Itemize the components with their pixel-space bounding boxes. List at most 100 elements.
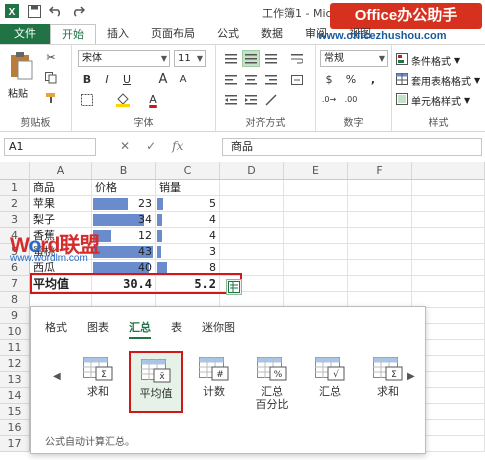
row-header-16[interactable]: 16 bbox=[0, 420, 30, 436]
qa-tab-sparklines[interactable]: 迷你图 bbox=[202, 319, 235, 339]
decrease-decimal-icon[interactable]: .00 bbox=[342, 91, 360, 108]
cell[interactable] bbox=[412, 228, 485, 244]
qa-tab-totals[interactable]: 汇总 bbox=[129, 319, 151, 339]
italic-button[interactable]: I bbox=[98, 71, 116, 88]
orientation-icon[interactable] bbox=[262, 91, 280, 108]
tab-page-layout[interactable]: 页面布局 bbox=[140, 24, 206, 44]
align-top-icon[interactable] bbox=[222, 50, 240, 67]
cell[interactable] bbox=[348, 260, 412, 276]
cell[interactable] bbox=[348, 180, 412, 196]
redo-icon[interactable] bbox=[70, 3, 86, 19]
table-format-button[interactable]: 套用表格格式 ▼ bbox=[396, 71, 480, 89]
conditional-format-button[interactable]: 条件格式 ▼ bbox=[396, 51, 460, 69]
paste-button[interactable]: 粘贴 bbox=[8, 51, 38, 100]
merge-cells-icon[interactable] bbox=[288, 71, 306, 88]
cell[interactable] bbox=[412, 276, 485, 292]
qa-item-4[interactable]: √ 汇总 bbox=[303, 351, 357, 413]
price-cell[interactable]: 43 bbox=[92, 244, 156, 260]
cell[interactable] bbox=[348, 244, 412, 260]
quick-analysis-button[interactable] bbox=[226, 279, 242, 295]
shrink-font-button[interactable]: A bbox=[174, 71, 192, 88]
cell[interactable] bbox=[284, 180, 348, 196]
number-format-select[interactable]: 常规 ▼ bbox=[320, 50, 388, 67]
font-name-select[interactable]: 宋体 ▼ bbox=[78, 50, 170, 67]
bold-button[interactable]: B bbox=[78, 71, 96, 88]
product-cell[interactable]: 苹果 bbox=[30, 196, 92, 212]
qa-item-0[interactable]: Σ 求和 bbox=[71, 351, 125, 413]
header-cell-price[interactable]: 价格 bbox=[92, 180, 156, 196]
insert-function-button[interactable]: fx bbox=[172, 139, 183, 153]
formula-input[interactable]: 商品 bbox=[222, 138, 482, 156]
cell[interactable] bbox=[284, 244, 348, 260]
format-painter-icon[interactable] bbox=[42, 89, 60, 106]
cell[interactable] bbox=[412, 180, 485, 196]
percent-button[interactable]: % bbox=[342, 71, 360, 88]
qa-tab-format[interactable]: 格式 bbox=[45, 319, 67, 339]
cell[interactable] bbox=[348, 228, 412, 244]
row-header-2[interactable]: 2 bbox=[0, 196, 30, 212]
qa-item-3[interactable]: % 汇总 百分比 bbox=[245, 351, 299, 413]
qa-tab-tables[interactable]: 表 bbox=[171, 319, 182, 339]
scroll-left-icon[interactable]: ◀ bbox=[53, 371, 61, 382]
qa-item-1[interactable]: x̄ 平均值 bbox=[129, 351, 183, 413]
align-center-icon[interactable] bbox=[242, 71, 260, 88]
row-header-8[interactable]: 8 bbox=[0, 292, 30, 308]
cell[interactable] bbox=[284, 196, 348, 212]
quantity-cell[interactable]: 4 bbox=[156, 212, 220, 228]
cell[interactable] bbox=[284, 212, 348, 228]
price-cell[interactable]: 12 bbox=[92, 228, 156, 244]
column-header-e[interactable]: E bbox=[284, 162, 348, 180]
qa-item-2[interactable]: # 计数 bbox=[187, 351, 241, 413]
row-header-3[interactable]: 3 bbox=[0, 212, 30, 228]
decrease-indent-icon[interactable] bbox=[222, 91, 240, 108]
row-header-1[interactable]: 1 bbox=[0, 180, 30, 196]
undo-icon[interactable] bbox=[48, 3, 64, 19]
cell[interactable] bbox=[412, 212, 485, 228]
align-right-icon[interactable] bbox=[262, 71, 280, 88]
tab-formulas[interactable]: 公式 bbox=[206, 24, 250, 44]
border-icon[interactable] bbox=[78, 91, 96, 108]
wrap-text-icon[interactable] bbox=[288, 50, 306, 67]
row-header-15[interactable]: 15 bbox=[0, 404, 30, 420]
cell[interactable] bbox=[284, 228, 348, 244]
confirm-icon[interactable]: ✓ bbox=[146, 139, 156, 153]
cancel-icon[interactable]: ✕ bbox=[120, 139, 130, 153]
grow-font-button[interactable]: A bbox=[154, 71, 172, 88]
tab-data[interactable]: 数据 bbox=[250, 24, 294, 44]
font-size-select[interactable]: 11 ▼ bbox=[174, 50, 206, 67]
align-left-icon[interactable] bbox=[222, 71, 240, 88]
header-cell-product[interactable]: 商品 bbox=[30, 180, 92, 196]
price-cell[interactable]: 34 bbox=[92, 212, 156, 228]
scroll-right-icon[interactable]: ▶ bbox=[407, 371, 415, 382]
comma-button[interactable]: , bbox=[364, 71, 382, 88]
increase-decimal-icon[interactable]: .0→ bbox=[320, 91, 338, 108]
cut-icon[interactable]: ✂ bbox=[42, 49, 60, 66]
row-header-9[interactable]: 9 bbox=[0, 308, 30, 324]
tab-insert[interactable]: 插入 bbox=[96, 24, 140, 44]
cell[interactable] bbox=[348, 212, 412, 228]
column-header-g[interactable] bbox=[412, 162, 485, 180]
row-header-10[interactable]: 10 bbox=[0, 324, 30, 340]
font-color-button[interactable]: A bbox=[144, 91, 162, 108]
qa-tab-charts[interactable]: 图表 bbox=[87, 319, 109, 339]
row-header-7[interactable]: 7 bbox=[0, 276, 30, 292]
cell[interactable] bbox=[412, 244, 485, 260]
cell[interactable] bbox=[348, 196, 412, 212]
copy-icon[interactable] bbox=[42, 69, 60, 86]
cell[interactable] bbox=[220, 196, 284, 212]
underline-button[interactable]: U bbox=[118, 71, 136, 88]
column-header-d[interactable]: D bbox=[220, 162, 284, 180]
quantity-cell[interactable]: 5 bbox=[156, 196, 220, 212]
tab-home[interactable]: 开始 bbox=[50, 24, 96, 44]
increase-indent-icon[interactable] bbox=[242, 91, 260, 108]
save-icon[interactable] bbox=[26, 3, 42, 19]
column-header-b[interactable]: B bbox=[92, 162, 156, 180]
cell[interactable] bbox=[220, 180, 284, 196]
cell[interactable] bbox=[220, 212, 284, 228]
row-header-14[interactable]: 14 bbox=[0, 388, 30, 404]
row-header-13[interactable]: 13 bbox=[0, 372, 30, 388]
tab-file[interactable]: 文件 bbox=[0, 24, 50, 44]
row-header-17[interactable]: 17 bbox=[0, 436, 30, 452]
cell[interactable] bbox=[412, 196, 485, 212]
align-middle-icon[interactable] bbox=[242, 50, 260, 67]
